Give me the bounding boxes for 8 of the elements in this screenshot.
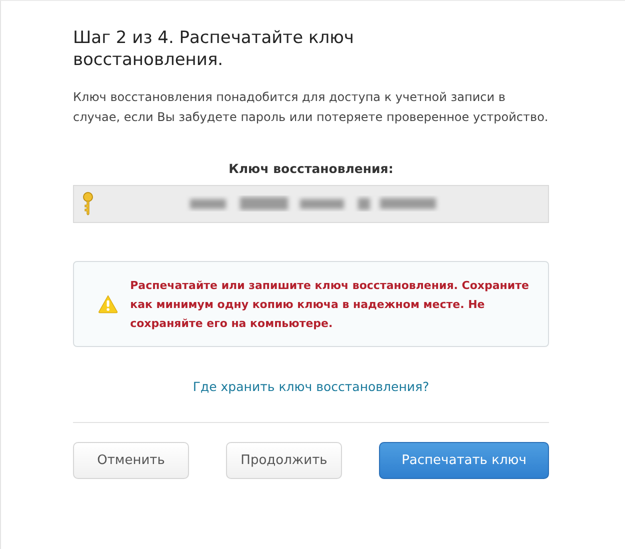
key-label: Ключ восстановления: [228,161,394,176]
dialog-title: Шаг 2 из 4. Распечатайте ключ восстановления. [73,27,355,71]
warning-text: Распечатайте или запишите ключ восстановления. Сохраните как минимум одну копию ключа в надежном месте. Не сохраняйте его на компьютере. [130,278,530,332]
dialog-button[interactable]: Продолжить [226,442,342,479]
key-icon [82,192,94,216]
dialog-button[interactable]: Отменить [73,442,189,479]
description-text: Ключ восстановления понадобится для доступа к учетной записи в случае, если Вы забудете пароль или потеряете проверенное устройство. [73,89,549,126]
help-link[interactable]: Где хранить ключ восстановления? [192,379,430,394]
